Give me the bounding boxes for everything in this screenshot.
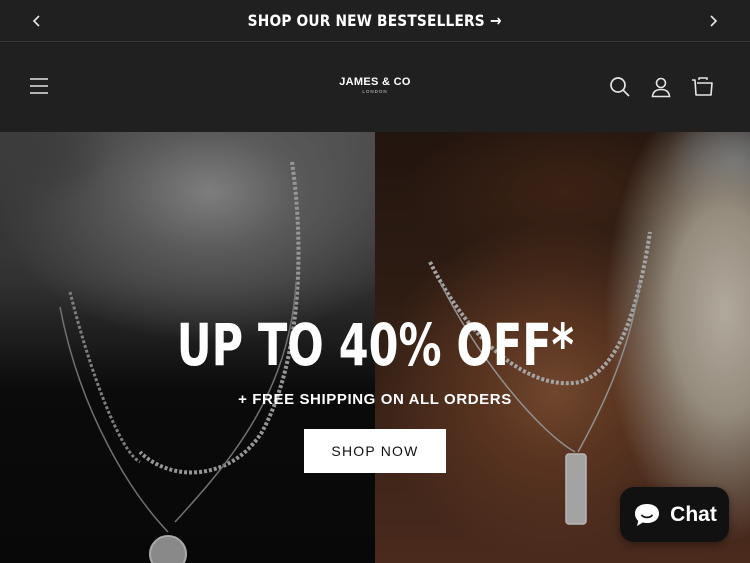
search-button[interactable] bbox=[608, 75, 632, 99]
chat-label: Chat bbox=[670, 502, 717, 526]
chat-button[interactable]: Chat bbox=[620, 487, 729, 542]
announcement-bar: SHOP OUR NEW BESTSELLERS → bbox=[0, 0, 750, 42]
logo-name: JAMES & CO bbox=[339, 76, 411, 88]
shop-now-button[interactable]: SHOP NOW bbox=[304, 429, 446, 473]
logo-subtitle: LONDON bbox=[362, 89, 388, 94]
hero-subtitle: + FREE SHIPPING ON ALL ORDERS bbox=[238, 391, 512, 408]
cart-button[interactable] bbox=[690, 75, 714, 99]
menu-icon bbox=[30, 78, 48, 94]
chevron-left-icon bbox=[32, 15, 40, 27]
site-header: JAMES & CO LONDON bbox=[0, 43, 750, 132]
announcement-prev-button[interactable] bbox=[16, 0, 58, 42]
search-icon bbox=[610, 77, 630, 97]
chat-bubble-icon bbox=[635, 503, 660, 526]
announcement-link[interactable]: SHOP OUR NEW BESTSELLERS → bbox=[248, 11, 502, 30]
arrow-right-icon: → bbox=[490, 11, 503, 30]
account-icon bbox=[651, 77, 671, 98]
cart-icon bbox=[692, 77, 713, 96]
announcement-text: SHOP OUR NEW BESTSELLERS bbox=[247, 11, 486, 30]
menu-button[interactable] bbox=[26, 75, 52, 97]
account-button[interactable] bbox=[649, 75, 673, 99]
hero-title: UP TO 40% OFF* bbox=[176, 311, 574, 379]
hero-content: UP TO 40% OFF* + FREE SHIPPING ON ALL OR… bbox=[0, 312, 750, 473]
announcement-next-button[interactable] bbox=[692, 0, 734, 42]
chevron-right-icon bbox=[710, 15, 718, 27]
site-logo[interactable]: JAMES & CO LONDON bbox=[325, 76, 425, 94]
